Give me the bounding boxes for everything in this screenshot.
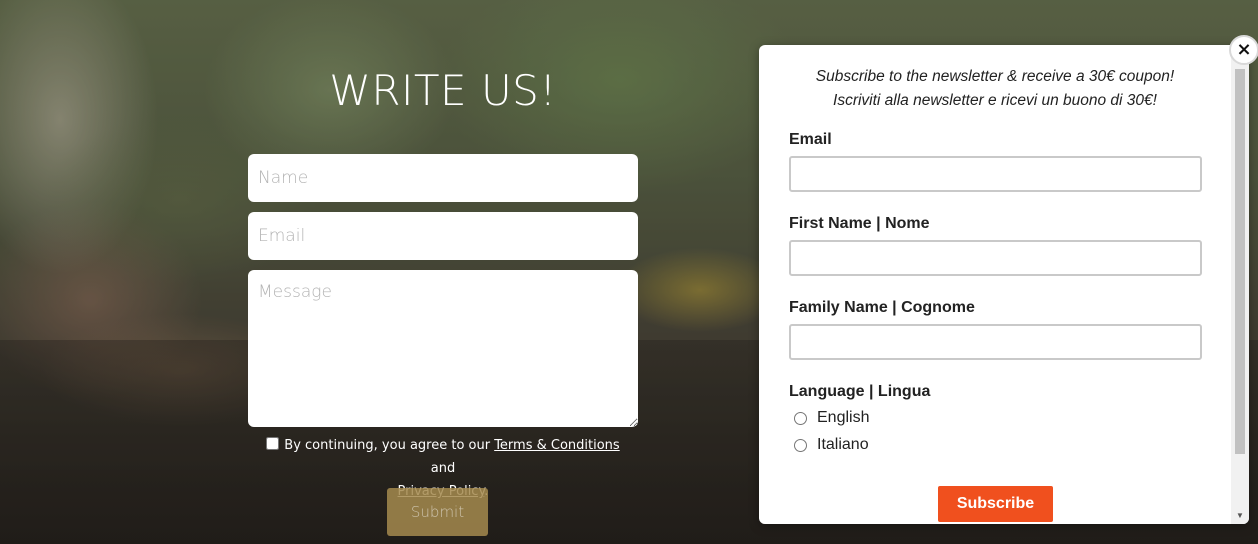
newsletter-form: Subscribe to the newsletter & receive a … [759, 45, 1231, 524]
english-label: English [817, 409, 870, 426]
language-option-italiano[interactable]: Italiano [794, 436, 869, 454]
contact-title: WRITE US! [329, 66, 557, 115]
consent-middle: and [430, 461, 456, 476]
close-icon[interactable]: × [1229, 35, 1258, 65]
consent-prefix: By continuing, you agree to our [284, 438, 495, 453]
newsletter-email-input[interactable] [789, 156, 1202, 192]
submit-button[interactable]: Submit [387, 488, 488, 536]
newsletter-email-label: Email [789, 131, 832, 148]
promo-english: Subscribe to the newsletter & receive a … [815, 68, 1175, 85]
message-textarea[interactable] [248, 270, 638, 427]
italiano-radio[interactable] [794, 438, 807, 452]
italiano-label: Italiano [817, 436, 869, 453]
language-option-english[interactable]: English [794, 409, 869, 427]
promo-text: Subscribe to the newsletter & receive a … [759, 65, 1231, 113]
english-radio[interactable] [794, 411, 807, 425]
scroll-down-arrow-icon[interactable]: ▼ [1231, 508, 1249, 524]
first-name-label: First Name | Nome [789, 215, 930, 232]
first-name-input[interactable] [789, 240, 1202, 276]
promo-italian: Iscriviti alla newsletter e ricevi un bu… [833, 92, 1157, 109]
language-label: Language | Lingua [789, 383, 931, 400]
name-input[interactable] [248, 154, 638, 202]
terms-link[interactable]: Terms & Conditions [494, 438, 620, 453]
subscribe-button[interactable]: Subscribe [938, 486, 1053, 522]
consent-checkbox[interactable] [266, 437, 280, 450]
popup-scrollbar[interactable]: ▲ ▼ [1231, 45, 1249, 524]
newsletter-popup: Subscribe to the newsletter & receive a … [759, 45, 1249, 524]
email-input[interactable] [248, 212, 638, 260]
family-name-input[interactable] [789, 324, 1202, 360]
family-name-label: Family Name | Cognome [789, 299, 975, 316]
scroll-thumb[interactable] [1235, 69, 1245, 454]
